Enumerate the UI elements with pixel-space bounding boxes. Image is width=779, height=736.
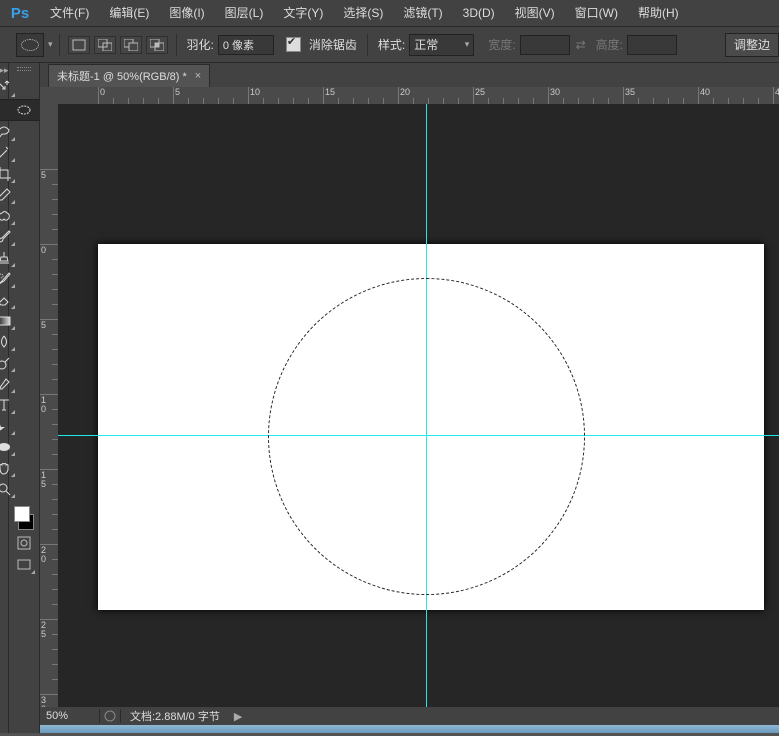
os-taskbar-sliver (40, 725, 779, 733)
eraser-tool[interactable] (0, 290, 16, 310)
feather-input[interactable] (218, 35, 274, 55)
options-bar: ▾ 羽化: 消除锯齿 样式: 正常▾ 宽度: ⇄ 高度: (0, 27, 779, 63)
menu-1[interactable]: 编辑(E) (99, 0, 159, 26)
close-tab-icon[interactable]: × (195, 70, 201, 82)
marquee-selection (268, 278, 585, 595)
path-select-tool[interactable] (0, 416, 16, 436)
selection-new-icon[interactable] (68, 36, 90, 54)
height-label: 高度: (596, 36, 623, 53)
foreground-color-swatch[interactable] (14, 506, 30, 522)
healing-tool[interactable] (0, 206, 16, 226)
antialias-label: 消除锯齿 (309, 36, 357, 53)
screen-mode-tool[interactable] (12, 555, 36, 575)
stamp-tool[interactable] (0, 248, 16, 268)
chevron-down-icon: ▾ (465, 39, 470, 50)
document-tab[interactable]: 未标题-1 @ 50%(RGB/8) * × (48, 64, 210, 87)
style-label: 样式: (378, 36, 405, 53)
move-tool[interactable] (0, 78, 16, 98)
selection-intersect-icon[interactable] (146, 36, 168, 54)
menu-2[interactable]: 图像(I) (159, 0, 214, 26)
brush-tool[interactable] (0, 227, 16, 247)
gradient-tool[interactable] (0, 311, 16, 331)
type-tool[interactable] (0, 395, 16, 415)
height-input (627, 35, 677, 55)
blur-tool[interactable] (0, 332, 16, 352)
status-bar: 50% 文档:2.88M/0 字节 ▶ (40, 707, 779, 725)
menu-6[interactable]: 滤镜(T) (393, 0, 452, 26)
document-tab-title: 未标题-1 @ 50%(RGB/8) * (57, 68, 187, 84)
antialias-checkbox[interactable] (286, 37, 301, 52)
refine-edge-button[interactable]: 调整边 (725, 33, 779, 57)
menu-8[interactable]: 视图(V) (505, 0, 565, 26)
pen-tool[interactable] (0, 374, 16, 394)
lasso-tool[interactable] (0, 122, 16, 142)
status-icon (103, 709, 117, 723)
width-label: 宽度: (488, 36, 515, 53)
magic-wand-tool[interactable] (0, 143, 16, 163)
history-brush-tool[interactable] (0, 269, 16, 289)
status-arrow-icon[interactable]: ▶ (234, 710, 242, 723)
ellipse-marquee-icon (21, 39, 39, 51)
menu-10[interactable]: 帮助(H) (628, 0, 689, 26)
width-input (520, 35, 570, 55)
menu-0[interactable]: 文件(F) (40, 0, 99, 26)
menu-4[interactable]: 文字(Y) (273, 0, 333, 26)
crop-tool[interactable] (0, 164, 16, 184)
selection-subtract-icon[interactable] (120, 36, 142, 54)
ruler-vertical[interactable]: 0551015202530 (40, 104, 59, 711)
current-tool-ellipse-marquee[interactable] (16, 33, 44, 57)
menu-9[interactable]: 窗口(W) (565, 0, 628, 26)
quick-mask-tool[interactable] (12, 533, 36, 553)
menu-3[interactable]: 图层(L) (215, 0, 274, 26)
tool-dropdown-arrow[interactable]: ▾ (48, 39, 53, 50)
eyedropper-tool[interactable] (0, 185, 16, 205)
shape-tool[interactable] (0, 437, 16, 457)
dodge-tool[interactable] (0, 353, 16, 373)
hand-tool[interactable] (0, 458, 16, 478)
zoom-level[interactable]: 50% (40, 710, 96, 722)
app-logo: Ps (0, 0, 40, 26)
style-select[interactable]: 正常▾ (409, 34, 474, 56)
menu-5[interactable]: 选择(S) (333, 0, 393, 26)
document-area: 未标题-1 @ 50%(RGB/8) * × 05101520253035404… (40, 63, 779, 733)
swap-wh-icon: ⇄ (576, 38, 586, 52)
ruler-origin[interactable] (40, 87, 59, 105)
color-swatches[interactable] (12, 504, 36, 532)
toolbox (9, 63, 40, 733)
menu-7[interactable]: 3D(D) (453, 0, 505, 26)
document-info[interactable]: 文档:2.88M/0 字节 (124, 708, 226, 724)
document-tab-bar: 未标题-1 @ 50%(RGB/8) * × (40, 63, 779, 87)
selection-add-icon[interactable] (94, 36, 116, 54)
menu-bar: Ps 文件(F)编辑(E)图像(I)图层(L)文字(Y)选择(S)滤镜(T)3D… (0, 0, 779, 27)
toolbox-grip[interactable] (9, 67, 39, 77)
ruler-horizontal[interactable]: 051015202530354045 (58, 87, 779, 105)
zoom-tool[interactable] (0, 479, 16, 499)
feather-label: 羽化: (187, 36, 214, 53)
canvas-viewport[interactable] (58, 104, 779, 711)
